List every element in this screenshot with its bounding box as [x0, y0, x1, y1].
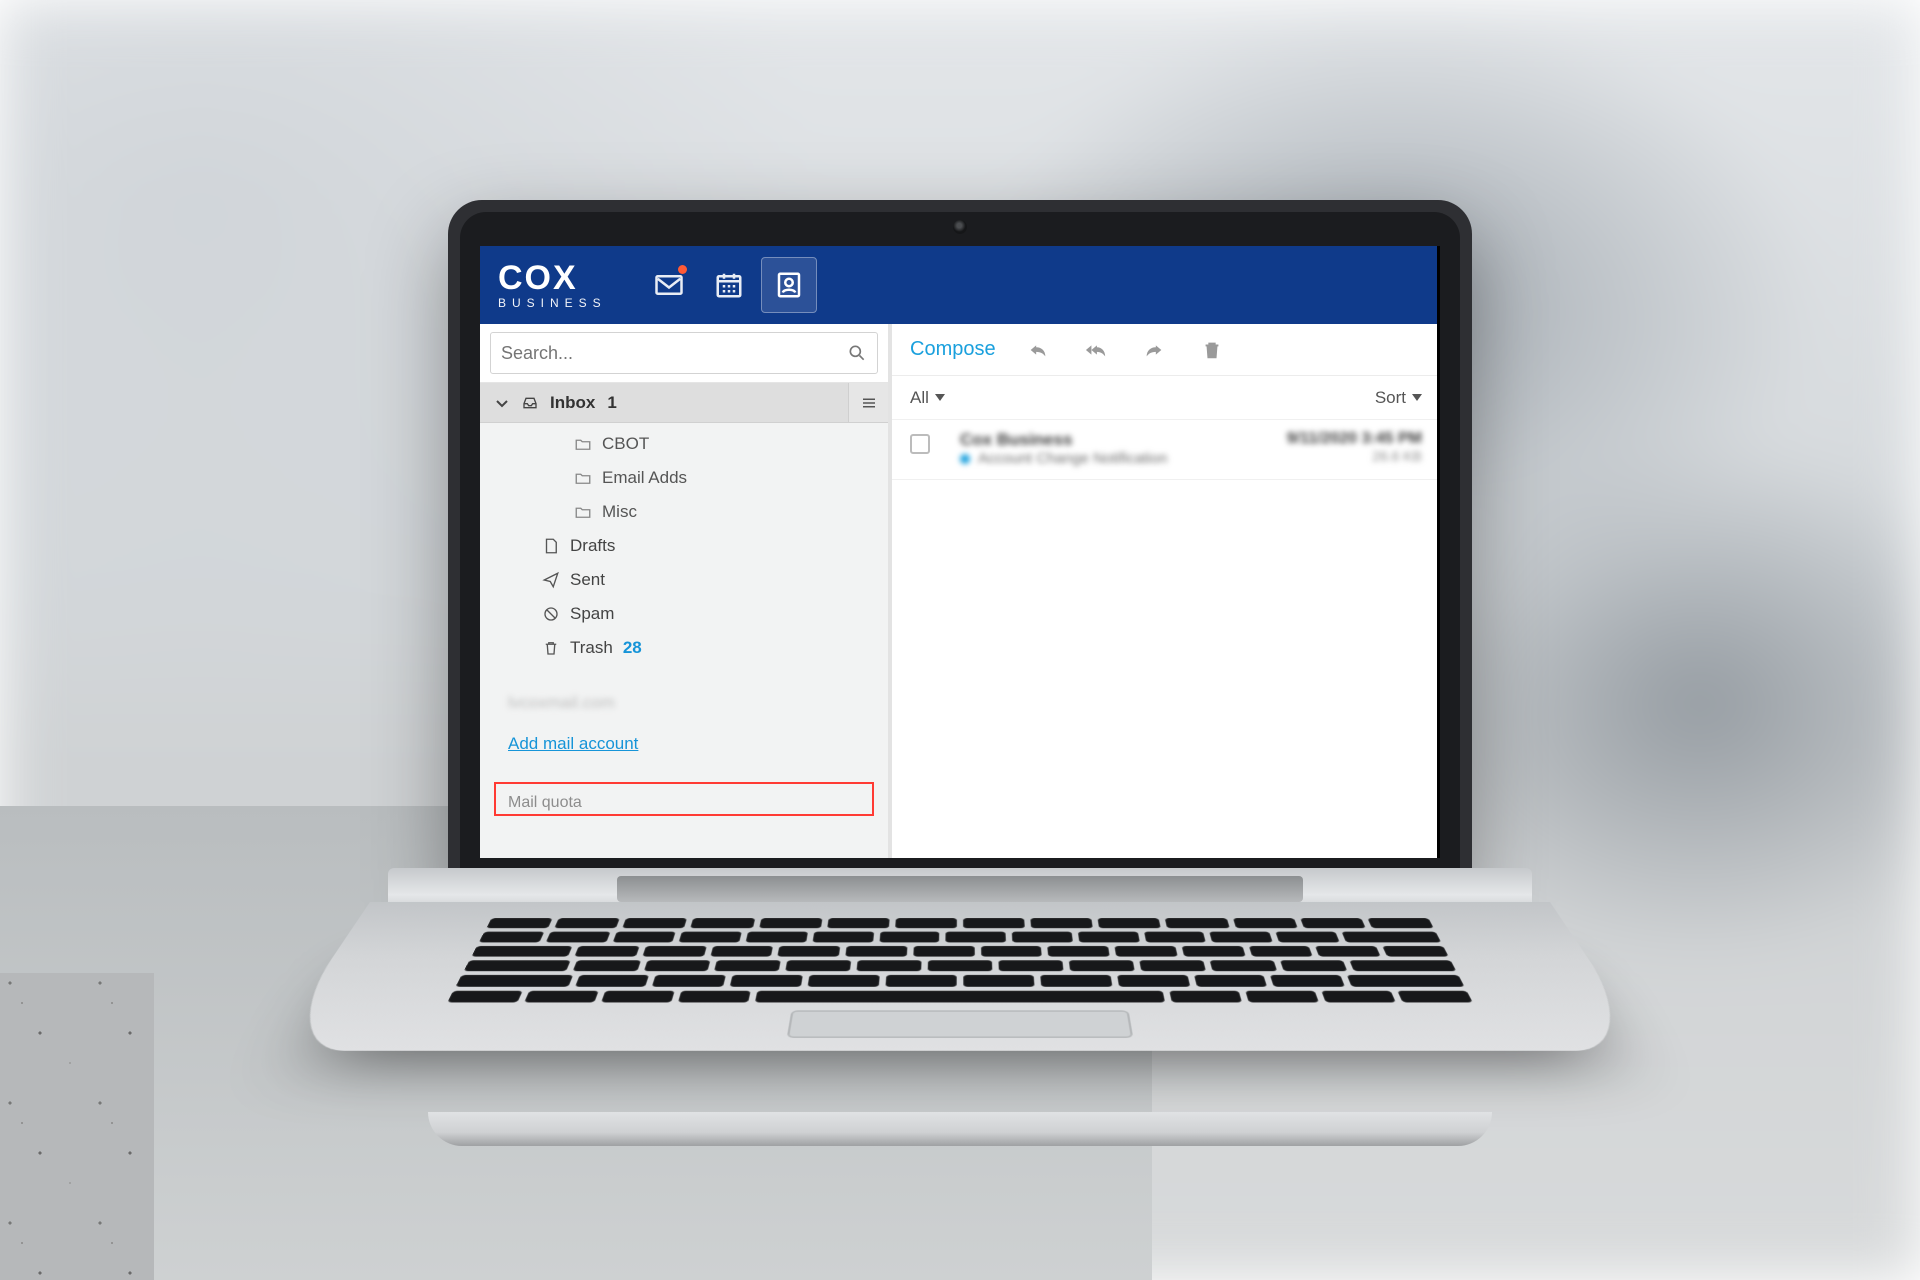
message-meta: 9/11/2020 3:45 PM 26.6 KB [1287, 430, 1422, 467]
reply-icon [1027, 339, 1049, 361]
hamburger-icon [860, 394, 878, 412]
background-ledge-side [0, 973, 154, 1280]
sent-icon [538, 571, 564, 589]
inbox-icon [516, 395, 544, 411]
unread-dot-icon [960, 454, 970, 464]
mail-quota-box: Mail quota [494, 782, 874, 816]
app-titlebar: COX BUSINESS [480, 246, 1440, 324]
laptop-screen: COX BUSINESS [480, 246, 1440, 858]
subfolder-label: Misc [602, 502, 637, 522]
filter-label: All [910, 388, 929, 408]
nav-calendar-icon[interactable] [701, 257, 757, 313]
sidebar: Inbox 1 CBOT [480, 324, 888, 858]
laptop: COX BUSINESS [388, 200, 1532, 1160]
trash-icon [538, 639, 564, 657]
subfolder-label: CBOT [602, 434, 649, 454]
sort-button[interactable]: Sort [1375, 388, 1422, 408]
nav-icons [641, 257, 817, 313]
laptop-keyboard [447, 918, 1473, 1002]
account-name: lvcoxmail.com [480, 675, 888, 719]
reply-button[interactable] [1022, 334, 1054, 366]
folder-inbox-row[interactable]: Inbox 1 [480, 383, 888, 423]
folder-icon [570, 435, 596, 453]
nav-contacts-icon[interactable] [761, 257, 817, 313]
email-app: COX BUSINESS [480, 246, 1440, 858]
filter-all-button[interactable]: All [910, 388, 945, 408]
nav-mail-icon[interactable] [641, 257, 697, 313]
folder-spam[interactable]: Spam [480, 597, 888, 631]
spam-icon [538, 605, 564, 623]
app-body: Inbox 1 CBOT [480, 324, 1440, 858]
reply-all-icon [1085, 339, 1107, 361]
mail-quota-label: Mail quota [508, 794, 582, 811]
subfolder-email-adds[interactable]: Email Adds [480, 461, 888, 495]
chevron-down-icon [935, 394, 945, 401]
subfolder-misc[interactable]: Misc [480, 495, 888, 529]
message-toolbar: Compose [892, 324, 1440, 376]
subfolder-label: Email Adds [602, 468, 687, 488]
message-subject-line: Account Change Notification [960, 450, 1277, 467]
laptop-trackpad [787, 1010, 1134, 1038]
search-box[interactable] [490, 332, 878, 374]
folder-label: Spam [570, 604, 614, 624]
search-wrap [480, 324, 888, 383]
mail-notification-dot [678, 265, 687, 274]
folder-label: Drafts [570, 536, 615, 556]
drafts-icon [538, 537, 564, 555]
message-checkbox[interactable] [910, 434, 930, 454]
laptop-hinge-dark [617, 876, 1303, 902]
sort-label: Sort [1375, 388, 1406, 408]
forward-button[interactable] [1138, 334, 1170, 366]
trash-icon [1201, 339, 1223, 361]
laptop-lid: COX BUSINESS [448, 200, 1472, 900]
folder-label: Trash [570, 638, 613, 658]
compose-button[interactable]: Compose [910, 338, 996, 361]
message-row[interactable]: Cox Business Account Change Notification… [892, 420, 1440, 480]
folder-label: Sent [570, 570, 605, 590]
chevron-down-icon [1412, 394, 1422, 401]
folder-drafts[interactable]: Drafts [480, 529, 888, 563]
trash-count: 28 [623, 638, 642, 658]
message-subject: Account Change Notification [978, 450, 1167, 467]
list-header: All Sort [892, 376, 1440, 420]
folder-sent[interactable]: Sent [480, 563, 888, 597]
message-from: Cox Business [960, 430, 1277, 450]
folder-icon [570, 469, 596, 487]
add-mail-account-link[interactable]: Add mail account [508, 734, 638, 753]
reply-all-button[interactable] [1080, 334, 1112, 366]
search-icon [847, 343, 867, 363]
folders-list: CBOT Email Adds Misc [480, 423, 888, 675]
folder-icon [570, 503, 596, 521]
delete-button[interactable] [1196, 334, 1228, 366]
main-pane: Compose [892, 324, 1440, 858]
screen-edge [1437, 246, 1440, 858]
folder-menu-button[interactable] [848, 383, 888, 422]
laptop-front-edge [428, 1112, 1492, 1146]
message-size: 26.6 KB [1287, 448, 1422, 464]
subfolder-cbot[interactable]: CBOT [480, 427, 888, 461]
folder-trash[interactable]: Trash 28 [480, 631, 888, 665]
laptop-deck [270, 902, 1651, 1051]
inbox-count: 1 [607, 393, 616, 413]
chevron-down-icon[interactable] [488, 395, 516, 411]
message-date: 9/11/2020 3:45 PM [1287, 430, 1422, 448]
add-mail-account[interactable]: Add mail account [480, 719, 888, 764]
brand-subname: BUSINESS [498, 297, 607, 309]
search-input[interactable] [501, 343, 847, 364]
laptop-camera [953, 220, 967, 234]
inbox-label: Inbox [550, 393, 595, 413]
brand-name: COX [498, 261, 607, 295]
brand-logo: COX BUSINESS [498, 261, 607, 309]
forward-icon [1143, 339, 1165, 361]
